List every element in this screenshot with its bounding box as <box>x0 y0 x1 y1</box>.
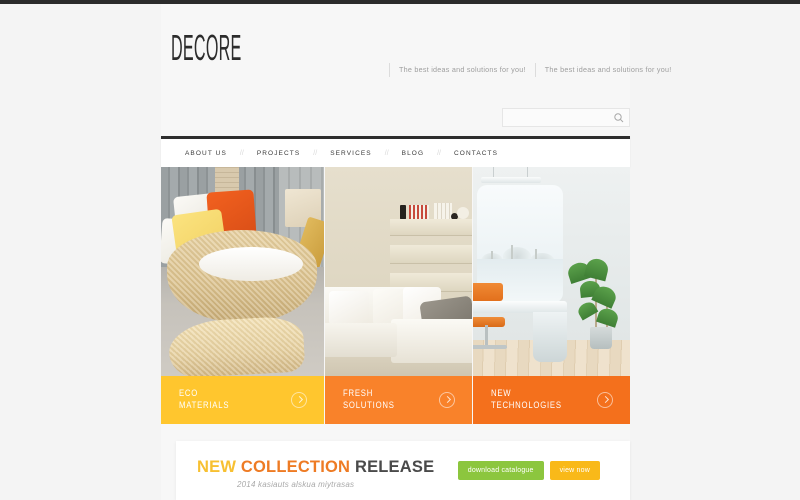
nav-item-contacts[interactable]: CONTACTS <box>454 150 498 157</box>
page-canvas: DECORE The best ideas and solutions for … <box>0 4 800 500</box>
panel-title-fresh-solutions: FRESH SOLUTIONS <box>343 388 395 410</box>
search-input[interactable] <box>503 109 611 126</box>
promo-subtitle: 2014 kasiauts alskua miytrasas <box>237 480 355 489</box>
nav-item-services[interactable]: SERVICES <box>330 150 372 157</box>
promo-title: NEW COLLECTION RELEASE <box>197 458 434 477</box>
panel-caption-new-technologies: NEW TECHNOLOGIES <box>473 376 630 424</box>
panel-title-new-technologies: NEW TECHNOLOGIES <box>491 388 562 410</box>
nav-separator: // <box>384 149 389 157</box>
promo-title-collection: COLLECTION <box>240 458 351 476</box>
promo-title-new: NEW <box>197 458 237 476</box>
panel-image-new-technologies <box>473 167 630 376</box>
nav-list: ABOUT US // PROJECTS // SERVICES // BLOG… <box>161 139 630 167</box>
feature-panel-new-technologies[interactable]: NEW TECHNOLOGIES <box>473 167 630 424</box>
nav-item-about-us[interactable]: ABOUT US <box>185 150 227 157</box>
photo-white-sectional-living-room <box>325 167 472 376</box>
tagline-2: The best ideas and solutions for you! <box>544 65 672 74</box>
nav-item-projects[interactable]: PROJECTS <box>257 150 300 157</box>
panel-title-eco-materials: ECO MATERIALS <box>179 388 230 410</box>
site-header: DECORE The best ideas and solutions for … <box>161 4 671 136</box>
photo-modern-office-snow-window <box>473 167 630 376</box>
nav-item-blog[interactable]: BLOG <box>402 150 424 157</box>
main-navigation: ABOUT US // PROJECTS // SERVICES // BLOG… <box>161 136 630 167</box>
panel-image-eco-materials <box>161 167 324 376</box>
search-box <box>502 108 630 127</box>
tagline-group: The best ideas and solutions for you! Th… <box>389 62 680 78</box>
feature-panels: ECO MATERIALS FRESH SOLUTIONS NEW TECHNO… <box>161 167 630 424</box>
promo-banner: NEW COLLECTION RELEASE 2014 kasiauts als… <box>176 441 630 500</box>
photo-rattan-sofa <box>161 167 324 376</box>
panel-image-fresh-solutions <box>325 167 472 376</box>
tagline-1: The best ideas and solutions for you! <box>399 65 526 74</box>
search-icon <box>614 113 624 123</box>
site-container: DECORE The best ideas and solutions for … <box>161 4 671 500</box>
site-logo[interactable]: DECORE <box>171 29 242 66</box>
promo-button-group: download catalogue view now <box>457 461 600 480</box>
nav-separator: // <box>239 149 244 157</box>
chevron-right-circle-icon[interactable] <box>439 392 455 408</box>
search-button[interactable] <box>613 112 625 124</box>
chevron-right-circle-icon[interactable] <box>597 392 613 408</box>
panel-caption-eco-materials: ECO MATERIALS <box>161 376 324 424</box>
feature-panel-eco-materials[interactable]: ECO MATERIALS <box>161 167 324 424</box>
view-now-button[interactable]: view now <box>549 461 600 480</box>
promo-title-release: RELEASE <box>354 458 435 476</box>
nav-separator: // <box>313 149 318 157</box>
panel-caption-fresh-solutions: FRESH SOLUTIONS <box>325 376 472 424</box>
chevron-right-circle-icon[interactable] <box>291 392 307 408</box>
download-catalogue-button[interactable]: download catalogue <box>457 461 544 480</box>
nav-separator: // <box>437 149 441 157</box>
feature-panel-fresh-solutions[interactable]: FRESH SOLUTIONS <box>325 167 472 424</box>
